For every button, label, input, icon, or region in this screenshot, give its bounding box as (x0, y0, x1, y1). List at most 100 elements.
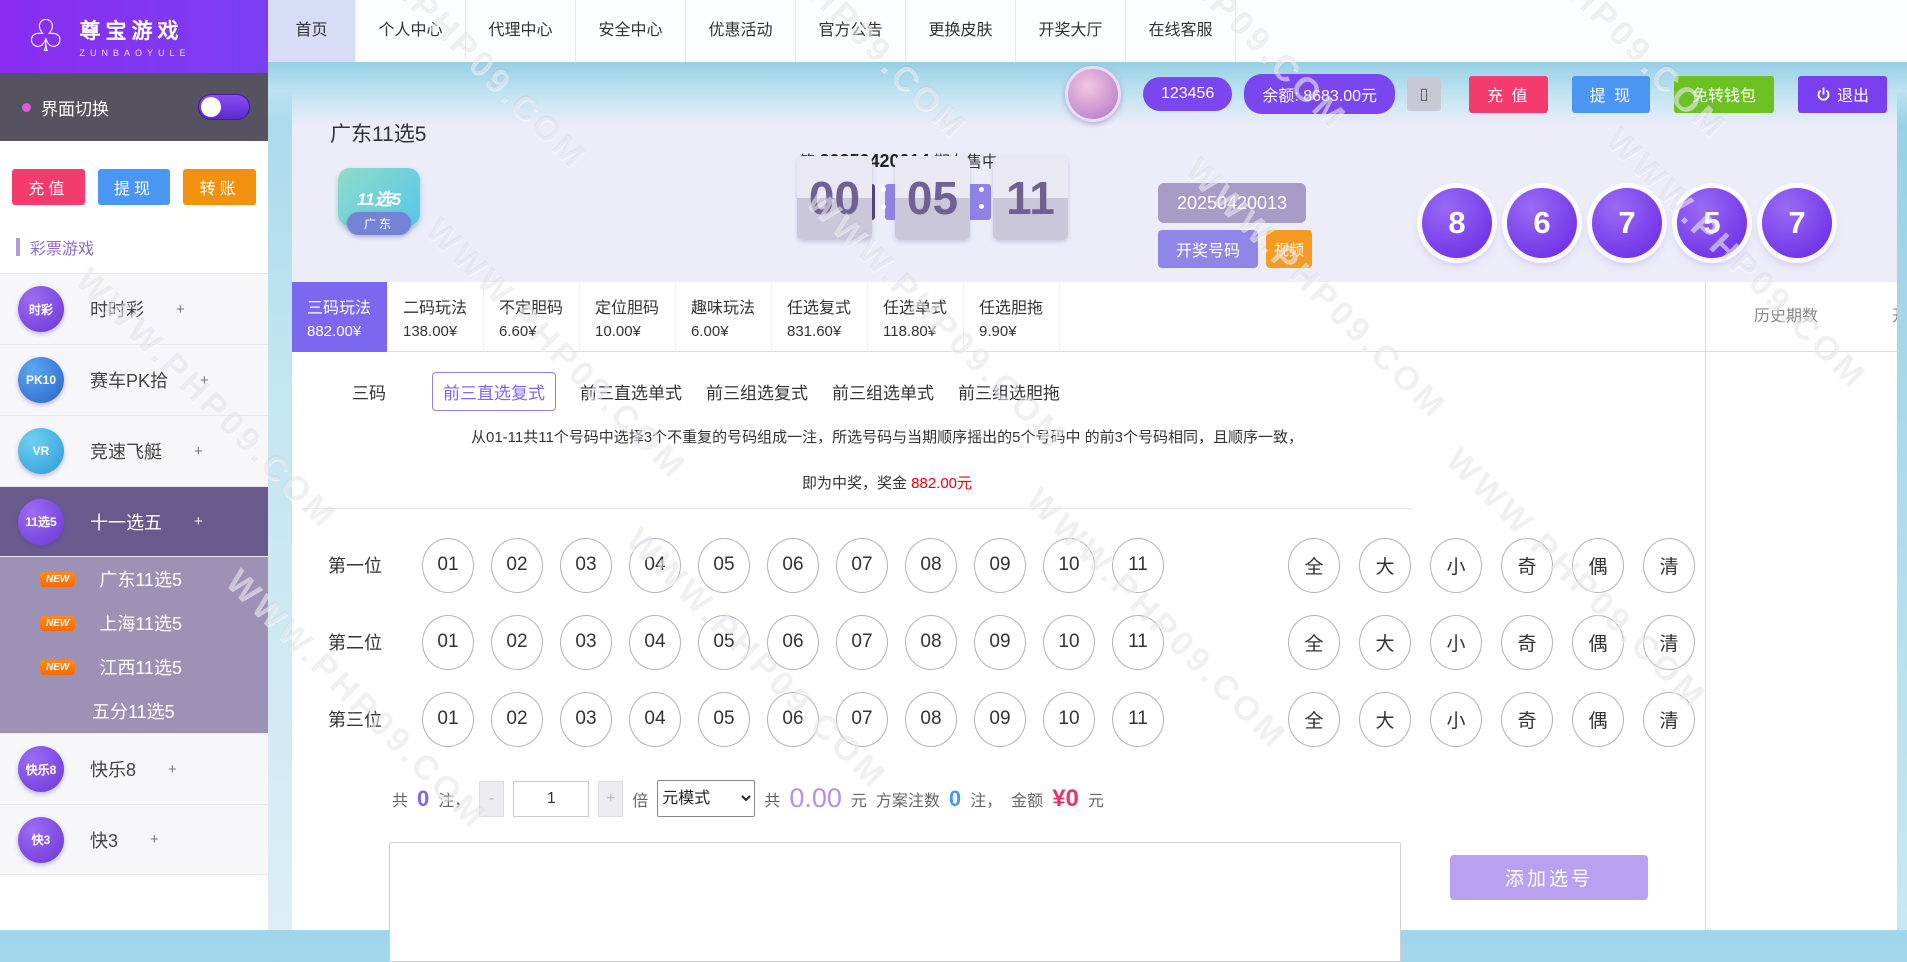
number-ball[interactable]: 10 (1043, 692, 1095, 747)
number-ball[interactable]: 02 (491, 615, 543, 670)
sidebar-item-11x5[interactable]: 11选5 十一选五 + (0, 486, 268, 557)
number-ball[interactable]: 05 (698, 538, 750, 593)
multiplier-input[interactable] (513, 781, 589, 817)
username-pill[interactable]: 123456 (1143, 77, 1232, 111)
submenu-item-jiangxi[interactable]: NEW 江西11选5 (0, 645, 268, 689)
number-ball[interactable]: 04 (629, 692, 681, 747)
tab-quwei[interactable]: 趣味玩法6.00¥ (676, 282, 772, 352)
video-button[interactable]: 视频 (1266, 230, 1312, 268)
nav-announcements[interactable]: 官方公告 (796, 0, 906, 62)
number-ball[interactable]: 08 (905, 692, 957, 747)
number-ball[interactable]: 03 (560, 538, 612, 593)
quick-pick-button[interactable]: 奇 (1501, 615, 1553, 670)
subtab-qiansan-zuxuan-fushi[interactable]: 前三组选复式 (706, 379, 808, 404)
number-ball[interactable]: 04 (629, 615, 681, 670)
subtab-qiansan-zuxuan-dantuo[interactable]: 前三组选胆拖 (958, 379, 1060, 404)
number-ball[interactable]: 11 (1112, 692, 1164, 747)
nav-agent-center[interactable]: 代理中心 (466, 0, 576, 62)
number-ball[interactable]: 08 (905, 538, 957, 593)
submenu-item-guangdong[interactable]: NEW 广东11选5 (0, 557, 268, 601)
sidebar-item-kuaile8[interactable]: 快乐8 快乐8 + (0, 733, 268, 804)
quick-pick-button[interactable]: 清 (1643, 538, 1695, 593)
free-wallet-button[interactable]: 免转钱包 (1674, 76, 1774, 113)
quick-pick-button[interactable]: 偶 (1572, 692, 1624, 747)
transfer-button[interactable]: 转账 (183, 169, 256, 205)
quick-pick-button[interactable]: 奇 (1501, 538, 1553, 593)
quick-pick-button[interactable]: 奇 (1501, 692, 1553, 747)
tab-renxuan-dantuo[interactable]: 任选胆拖9.90¥ (964, 282, 1060, 352)
number-ball[interactable]: 07 (836, 692, 888, 747)
number-ball[interactable]: 05 (698, 692, 750, 747)
sidebar-item-kuai3[interactable]: 快3 快3 + (0, 804, 268, 875)
logout-button[interactable]: 退出 (1798, 76, 1887, 113)
quick-pick-button[interactable]: 清 (1643, 615, 1695, 670)
tab-renxuan-fushi[interactable]: 任选复式831.60¥ (772, 282, 868, 352)
number-ball[interactable]: 05 (698, 615, 750, 670)
tab-erma[interactable]: 二码玩法138.00¥ (388, 282, 484, 352)
number-ball[interactable]: 10 (1043, 615, 1095, 670)
nav-change-skin[interactable]: 更换皮肤 (906, 0, 1016, 62)
submenu-item-shanghai[interactable]: NEW 上海11选5 (0, 601, 268, 645)
number-ball[interactable]: 09 (974, 615, 1026, 670)
number-ball[interactable]: 03 (560, 692, 612, 747)
number-ball[interactable]: 06 (767, 615, 819, 670)
multiplier-plus-button[interactable]: + (598, 781, 623, 817)
submenu-item-wufen[interactable]: 五分11选5 (0, 689, 268, 733)
add-selection-button[interactable]: 添加选号 (1450, 855, 1648, 900)
ui-switch-toggle[interactable] (198, 94, 250, 120)
number-ball[interactable]: 08 (905, 615, 957, 670)
quick-pick-button[interactable]: 大 (1359, 538, 1411, 593)
quick-pick-button[interactable]: 小 (1430, 692, 1482, 747)
number-ball[interactable]: 11 (1112, 615, 1164, 670)
number-ball[interactable]: 02 (491, 692, 543, 747)
number-ball[interactable]: 01 (422, 538, 474, 593)
nav-security-center[interactable]: 安全中心 (576, 0, 686, 62)
quick-pick-button[interactable]: 小 (1430, 615, 1482, 670)
tab-sanma[interactable]: 三码玩法882.00¥ (292, 282, 388, 352)
withdraw-button[interactable]: 提现 (98, 169, 171, 205)
tab-budingdan[interactable]: 不定胆码6.60¥ (484, 282, 580, 352)
topbar-withdraw-button[interactable]: 提 现 (1572, 76, 1650, 113)
quick-pick-button[interactable]: 偶 (1572, 538, 1624, 593)
number-ball[interactable]: 02 (491, 538, 543, 593)
number-ball[interactable]: 07 (836, 615, 888, 670)
number-ball[interactable]: 07 (836, 538, 888, 593)
sidebar-item-shishicai[interactable]: 时彩 时时彩 + (0, 273, 268, 344)
number-ball[interactable]: 01 (422, 615, 474, 670)
nav-promotions[interactable]: 优惠活动 (686, 0, 796, 62)
nav-home[interactable]: 首页 (268, 0, 356, 62)
number-ball[interactable]: 06 (767, 692, 819, 747)
number-ball[interactable]: 09 (974, 692, 1026, 747)
quick-pick-button[interactable]: 偶 (1572, 615, 1624, 670)
subtab-qiansan-zhixuan-fushi[interactable]: 前三直选复式 (432, 372, 556, 411)
multiplier-minus-button[interactable]: - (479, 781, 504, 817)
manual-numbers-textarea[interactable] (389, 842, 1401, 962)
subtab-qiansan-zuxuan-danshi[interactable]: 前三组选单式 (832, 379, 934, 404)
number-ball[interactable]: 11 (1112, 538, 1164, 593)
number-ball[interactable]: 10 (1043, 538, 1095, 593)
quick-pick-button[interactable]: 小 (1430, 538, 1482, 593)
number-ball[interactable]: 01 (422, 692, 474, 747)
sidebar-item-pk10[interactable]: PK10 赛车PK拾 + (0, 344, 268, 415)
quick-pick-button[interactable]: 大 (1359, 615, 1411, 670)
quick-pick-button[interactable]: 大 (1359, 692, 1411, 747)
quick-pick-button[interactable]: 全 (1288, 615, 1340, 670)
sidebar-item-feiting[interactable]: VR 竞速飞艇 + (0, 415, 268, 486)
number-ball[interactable]: 09 (974, 538, 1026, 593)
recharge-button[interactable]: 充值 (12, 169, 85, 205)
number-ball[interactable]: 03 (560, 615, 612, 670)
nav-personal-center[interactable]: 个人中心 (356, 0, 466, 62)
subtab-qiansan-zhixuan-danshi[interactable]: 前三直选单式 (580, 379, 682, 404)
quick-pick-button[interactable]: 清 (1643, 692, 1695, 747)
quick-pick-button[interactable]: 全 (1288, 692, 1340, 747)
money-mode-select[interactable]: 元模式 (657, 780, 755, 817)
tab-renxuan-danshi[interactable]: 任选单式118.80¥ (868, 282, 964, 352)
balance-refresh-button[interactable]: ▯ (1407, 77, 1441, 111)
avatar[interactable] (1065, 66, 1121, 122)
nav-online-service[interactable]: 在线客服 (1126, 0, 1236, 62)
topbar-recharge-button[interactable]: 充 值 (1469, 76, 1547, 113)
nav-draw-hall[interactable]: 开奖大厅 (1016, 0, 1126, 62)
quick-pick-button[interactable]: 全 (1288, 538, 1340, 593)
number-ball[interactable]: 06 (767, 538, 819, 593)
tab-dingweidan[interactable]: 定位胆码10.00¥ (580, 282, 676, 352)
